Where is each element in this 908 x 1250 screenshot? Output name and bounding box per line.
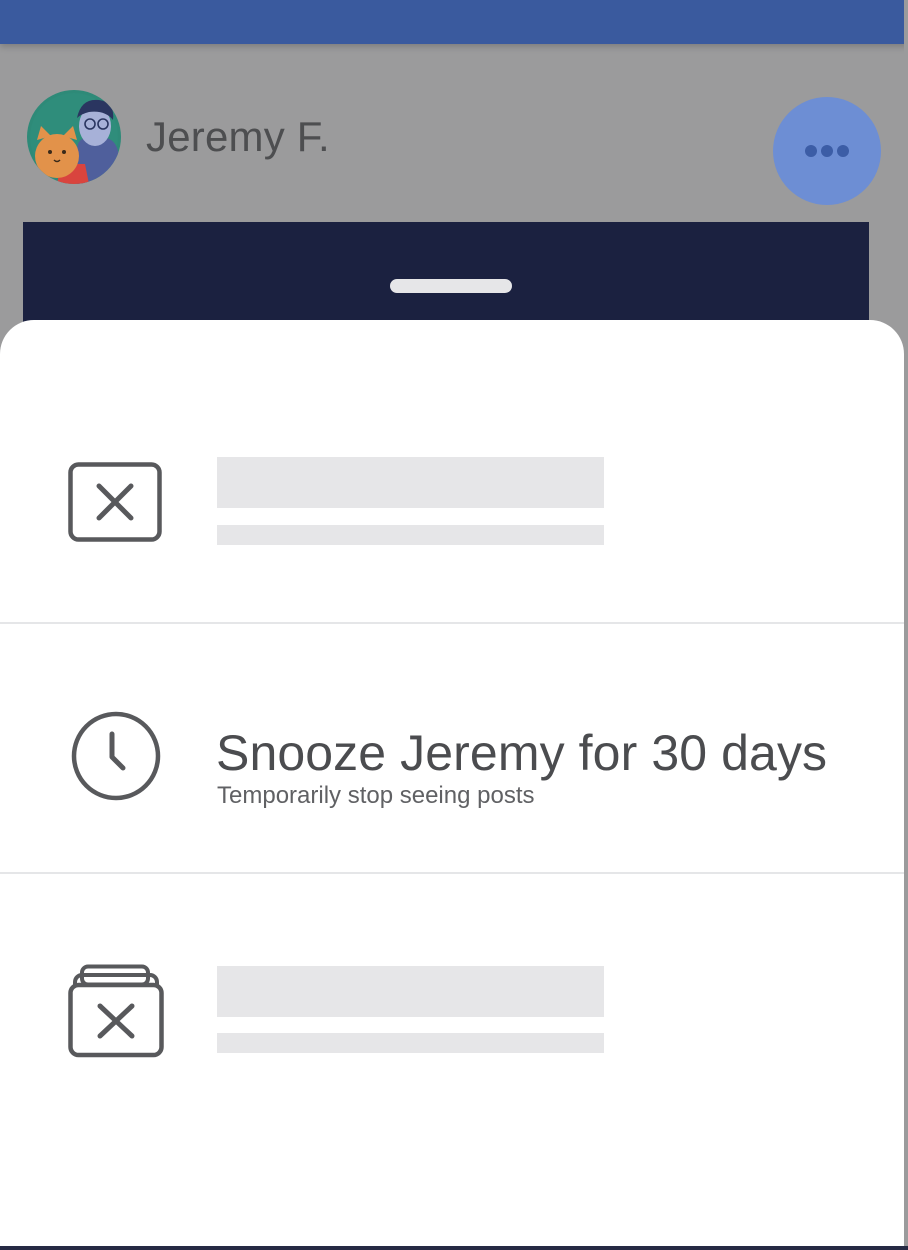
sheet-option-hide-all[interactable] [0,874,904,1174]
backdrop-edge [0,1246,908,1250]
app-top-bar [0,0,908,44]
author-name[interactable]: Jeremy F. [146,113,330,161]
clock-icon [70,710,162,807]
more-horizontal-icon [805,145,849,157]
sheet-option-snooze[interactable]: Snooze Jeremy for 30 days Temporarily st… [0,624,904,872]
more-options-button[interactable] [773,97,881,205]
avatar-illustration-icon [27,90,121,184]
avatar[interactable] [27,90,121,184]
post-header: Jeremy F. [0,44,908,224]
close-stack-icon [68,964,164,1063]
option-title-placeholder [217,457,604,508]
backdrop-edge [904,0,908,1250]
option-subtitle-placeholder [217,525,604,545]
sheet-drag-handle[interactable] [390,279,512,293]
option-title-placeholder [217,966,604,1017]
option-subtitle: Temporarily stop seeing posts [217,782,535,809]
option-title: Snooze Jeremy for 30 days [216,725,828,781]
sheet-option-hide-post[interactable] [0,320,904,622]
option-subtitle-placeholder [217,1033,604,1053]
close-box-icon [68,462,162,547]
